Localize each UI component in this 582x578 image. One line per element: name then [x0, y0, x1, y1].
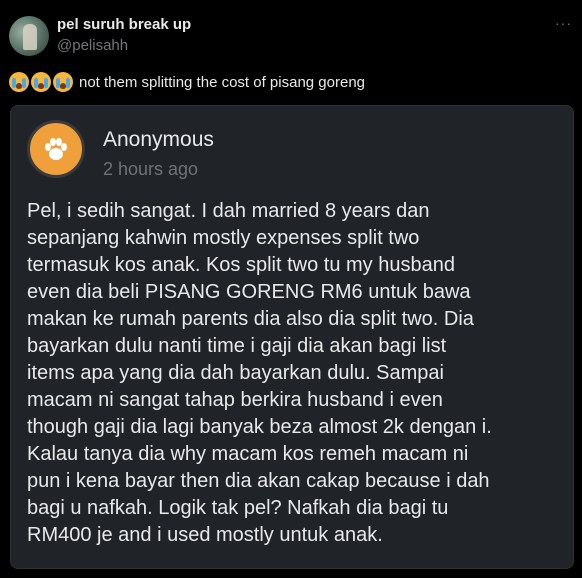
user-handle[interactable]: @pelisahh	[57, 37, 128, 54]
card-timestamp: 2 hours ago	[103, 159, 199, 179]
card-author: Anonymous	[103, 128, 214, 151]
loudly-crying-face-icon	[53, 72, 73, 92]
quoted-screenshot-card[interactable]: Anonymous 2 hours ago Pel, i sedih sanga…	[10, 105, 574, 569]
tweet-text: not them splitting the cost of pisang go…	[9, 72, 365, 92]
display-name[interactable]: pel suruh break up	[57, 16, 191, 33]
anonymous-avatar	[27, 120, 85, 178]
tweet-body: not them splitting the cost of pisang go…	[79, 73, 366, 91]
loudly-crying-face-icon	[9, 72, 29, 92]
user-avatar[interactable]	[9, 16, 49, 56]
more-options-icon[interactable]: ···	[555, 15, 572, 31]
emoji-group	[9, 72, 75, 92]
card-body-text: Pel, i sedih sangat. I dah married 8 yea…	[27, 200, 492, 546]
loudly-crying-face-icon	[31, 72, 51, 92]
paw-icon	[45, 138, 67, 160]
